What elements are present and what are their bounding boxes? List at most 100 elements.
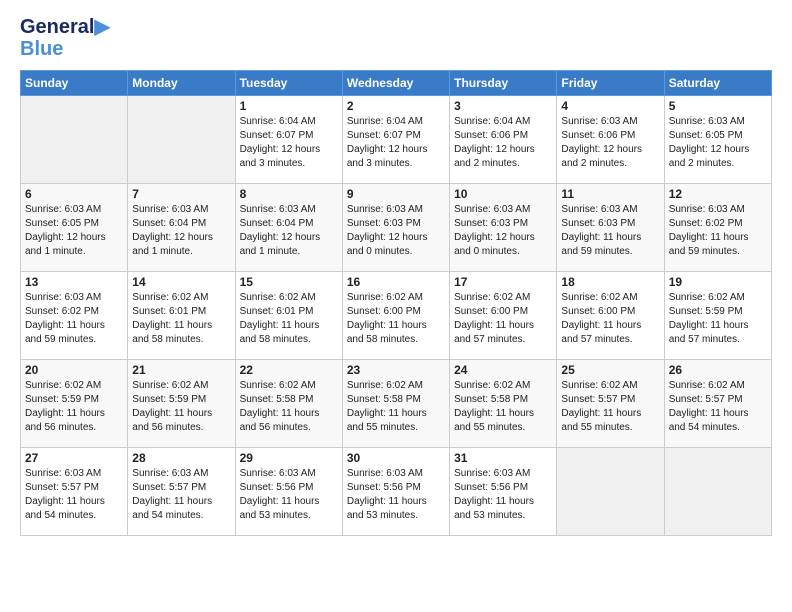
day-cell: 10Sunrise: 6:03 AM Sunset: 6:03 PM Dayli… [450, 184, 557, 272]
day-cell: 24Sunrise: 6:02 AM Sunset: 5:58 PM Dayli… [450, 360, 557, 448]
day-cell: 19 Sunrise: 6:02 AM Sunset: 5:59 PM Dayli… [664, 272, 771, 360]
day-number: 1 [240, 99, 338, 113]
day-number: 6 [25, 187, 123, 201]
day-number: 22 [240, 363, 338, 377]
day-number: 27 [25, 451, 123, 465]
day-cell [557, 448, 664, 536]
day-cell [128, 96, 235, 184]
day-cell: 31 Sunrise: 6:03 AM Sunset: 5:56 PM Dayli… [450, 448, 557, 536]
day-cell: 2Sunrise: 6:04 AM Sunset: 6:07 PM Daylig… [342, 96, 449, 184]
day-number: 3 [454, 99, 552, 113]
day-number: 30 [347, 451, 445, 465]
day-cell [21, 96, 128, 184]
day-info: Sunrise: 6:03 AM Sunset: 6:05 PM Dayligh… [669, 115, 767, 171]
day-number: 10 [454, 187, 552, 201]
week-row-4: 27 Sunrise: 6:03 AM Sunset: 5:57 PM Dayli… [21, 448, 772, 536]
day-number: 21 [132, 363, 230, 377]
calendar: SundayMondayTuesdayWednesdayThursdayFrid… [20, 70, 772, 536]
day-cell [664, 448, 771, 536]
day-cell: 1 Sunrise: 6:04 AM Sunset: 6:07 PM Daylig… [235, 96, 342, 184]
day-info: Sunrise: 6:03 AM Sunset: 5:57 PM Dayligh… [25, 467, 123, 523]
day-number: 20 [25, 363, 123, 377]
day-cell: 7 Sunrise: 6:03 AM Sunset: 6:04 PM Daylig… [128, 184, 235, 272]
day-cell: 18Sunrise: 6:02 AM Sunset: 6:00 PM Dayli… [557, 272, 664, 360]
day-cell: 23 Sunrise: 6:02 AM Sunset: 5:58 PM Dayli… [342, 360, 449, 448]
day-number: 24 [454, 363, 552, 377]
header: General▶ Blue [20, 16, 772, 60]
day-info: Sunrise: 6:02 AM Sunset: 6:00 PM Dayligh… [347, 291, 445, 347]
day-info: Sunrise: 6:02 AM Sunset: 5:58 PM Dayligh… [240, 379, 338, 435]
day-info: Sunrise: 6:02 AM Sunset: 6:00 PM Dayligh… [454, 291, 552, 347]
day-info: Sunrise: 6:02 AM Sunset: 5:59 PM Dayligh… [132, 379, 230, 435]
day-cell: 9Sunrise: 6:03 AM Sunset: 6:03 PM Daylig… [342, 184, 449, 272]
weekday-header-wednesday: Wednesday [342, 71, 449, 96]
day-number: 19 [669, 275, 767, 289]
day-number: 7 [132, 187, 230, 201]
day-cell: 16 Sunrise: 6:02 AM Sunset: 6:00 PM Dayli… [342, 272, 449, 360]
day-cell: 21 Sunrise: 6:02 AM Sunset: 5:59 PM Dayli… [128, 360, 235, 448]
day-cell: 26 Sunrise: 6:02 AM Sunset: 5:57 PM Dayli… [664, 360, 771, 448]
day-number: 23 [347, 363, 445, 377]
day-info: Sunrise: 6:02 AM Sunset: 5:59 PM Dayligh… [669, 291, 767, 347]
weekday-header-thursday: Thursday [450, 71, 557, 96]
day-number: 4 [561, 99, 659, 113]
day-number: 26 [669, 363, 767, 377]
day-info: Sunrise: 6:03 AM Sunset: 6:03 PM Dayligh… [561, 203, 659, 259]
weekday-header-monday: Monday [128, 71, 235, 96]
day-number: 16 [347, 275, 445, 289]
day-info: Sunrise: 6:03 AM Sunset: 6:04 PM Dayligh… [132, 203, 230, 259]
day-number: 12 [669, 187, 767, 201]
day-info: Sunrise: 6:03 AM Sunset: 5:56 PM Dayligh… [240, 467, 338, 523]
day-cell: 13Sunrise: 6:03 AM Sunset: 6:02 PM Dayli… [21, 272, 128, 360]
day-cell: 5 Sunrise: 6:03 AM Sunset: 6:05 PM Daylig… [664, 96, 771, 184]
day-cell: 3 Sunrise: 6:04 AM Sunset: 6:06 PM Daylig… [450, 96, 557, 184]
day-info: Sunrise: 6:02 AM Sunset: 5:57 PM Dayligh… [561, 379, 659, 435]
week-row-1: 6Sunrise: 6:03 AM Sunset: 6:05 PM Daylig… [21, 184, 772, 272]
day-info: Sunrise: 6:02 AM Sunset: 6:01 PM Dayligh… [132, 291, 230, 347]
day-info: Sunrise: 6:03 AM Sunset: 5:56 PM Dayligh… [347, 467, 445, 523]
day-number: 18 [561, 275, 659, 289]
day-number: 25 [561, 363, 659, 377]
day-number: 8 [240, 187, 338, 201]
day-info: Sunrise: 6:02 AM Sunset: 5:57 PM Dayligh… [669, 379, 767, 435]
day-cell: 17 Sunrise: 6:02 AM Sunset: 6:00 PM Dayli… [450, 272, 557, 360]
week-row-2: 13Sunrise: 6:03 AM Sunset: 6:02 PM Dayli… [21, 272, 772, 360]
day-info: Sunrise: 6:02 AM Sunset: 6:01 PM Dayligh… [240, 291, 338, 347]
logo-line1: General▶ [20, 16, 110, 38]
day-number: 29 [240, 451, 338, 465]
day-number: 15 [240, 275, 338, 289]
day-number: 31 [454, 451, 552, 465]
day-cell: 30 Sunrise: 6:03 AM Sunset: 5:56 PM Dayli… [342, 448, 449, 536]
day-info: Sunrise: 6:03 AM Sunset: 6:02 PM Dayligh… [25, 291, 123, 347]
week-row-3: 20 Sunrise: 6:02 AM Sunset: 5:59 PM Dayli… [21, 360, 772, 448]
day-cell: 14 Sunrise: 6:02 AM Sunset: 6:01 PM Dayli… [128, 272, 235, 360]
day-number: 14 [132, 275, 230, 289]
weekday-header-sunday: Sunday [21, 71, 128, 96]
day-cell: 22 Sunrise: 6:02 AM Sunset: 5:58 PM Dayli… [235, 360, 342, 448]
day-info: Sunrise: 6:03 AM Sunset: 5:56 PM Dayligh… [454, 467, 552, 523]
day-number: 5 [669, 99, 767, 113]
weekday-header-friday: Friday [557, 71, 664, 96]
day-cell: 27 Sunrise: 6:03 AM Sunset: 5:57 PM Dayli… [21, 448, 128, 536]
logo: General▶ Blue [20, 16, 110, 60]
weekday-header-saturday: Saturday [664, 71, 771, 96]
day-cell: 12 Sunrise: 6:03 AM Sunset: 6:02 PM Dayli… [664, 184, 771, 272]
day-info: Sunrise: 6:03 AM Sunset: 6:04 PM Dayligh… [240, 203, 338, 259]
day-cell: 4Sunrise: 6:03 AM Sunset: 6:06 PM Daylig… [557, 96, 664, 184]
day-cell: 29 Sunrise: 6:03 AM Sunset: 5:56 PM Dayli… [235, 448, 342, 536]
day-info: Sunrise: 6:04 AM Sunset: 6:06 PM Dayligh… [454, 115, 552, 171]
day-cell: 28Sunrise: 6:03 AM Sunset: 5:57 PM Dayli… [128, 448, 235, 536]
day-info: Sunrise: 6:04 AM Sunset: 6:07 PM Dayligh… [240, 115, 338, 171]
week-row-0: 1 Sunrise: 6:04 AM Sunset: 6:07 PM Daylig… [21, 96, 772, 184]
page: General▶ Blue SundayMondayTuesdayWednesd… [0, 0, 792, 612]
day-number: 11 [561, 187, 659, 201]
day-number: 17 [454, 275, 552, 289]
day-info: Sunrise: 6:03 AM Sunset: 6:02 PM Dayligh… [669, 203, 767, 259]
day-cell: 11 Sunrise: 6:03 AM Sunset: 6:03 PM Dayli… [557, 184, 664, 272]
day-cell: 25 Sunrise: 6:02 AM Sunset: 5:57 PM Dayli… [557, 360, 664, 448]
day-number: 2 [347, 99, 445, 113]
day-info: Sunrise: 6:02 AM Sunset: 5:59 PM Dayligh… [25, 379, 123, 435]
day-number: 28 [132, 451, 230, 465]
day-info: Sunrise: 6:02 AM Sunset: 5:58 PM Dayligh… [347, 379, 445, 435]
logo-line2: Blue [20, 38, 110, 60]
